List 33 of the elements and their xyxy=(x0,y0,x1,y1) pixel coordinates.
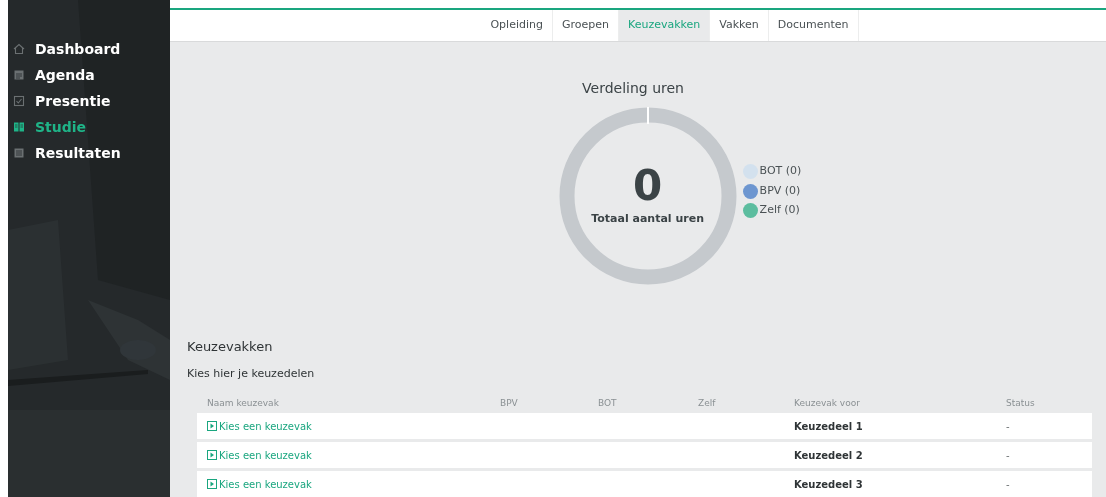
sidebar-item[interactable]: Dashboard xyxy=(35,38,121,60)
table-cell-text: Keuzedeel 2 xyxy=(794,448,864,463)
legend-label: BPV (0) xyxy=(759,182,801,199)
sidebar-item[interactable]: Presentie xyxy=(35,90,111,112)
table-cell-text: Keuzedeel 3 xyxy=(794,477,864,492)
table-cell-text: Keuzedeel 1 xyxy=(794,419,864,434)
play-icon xyxy=(207,421,217,431)
sidebar-item[interactable]: Agenda xyxy=(35,64,95,86)
play-icon xyxy=(207,479,217,489)
column-header: Status xyxy=(1006,397,1036,411)
total-value: 0 xyxy=(632,164,663,207)
list-icon xyxy=(13,147,25,159)
column-header: Naam keuzevak xyxy=(207,397,280,411)
column-header: BOT xyxy=(598,397,618,411)
legend-label: Zelf (0) xyxy=(759,202,800,219)
total-label: Totaal aantal uren xyxy=(591,210,704,227)
sidebar-item[interactable]: Resultaten xyxy=(35,142,121,164)
checkbox-icon xyxy=(13,95,25,107)
chart-title: Verdeling uren xyxy=(582,79,685,98)
table-cell-text: - xyxy=(1006,477,1011,492)
calendar-icon xyxy=(13,69,25,81)
column-header: Zelf xyxy=(698,397,717,411)
section-title: Keuzevakken xyxy=(187,338,274,356)
sidebar-item[interactable]: Studie xyxy=(35,116,87,138)
column-header: BPV xyxy=(500,397,519,411)
home-icon xyxy=(13,43,25,55)
play-icon xyxy=(207,450,217,460)
section-subtitle: Kies hier je keuzedelen xyxy=(187,365,316,382)
table-cell-text: - xyxy=(1006,419,1011,434)
column-header: Keuzevak voor xyxy=(794,397,861,411)
table-cell-text: - xyxy=(1006,448,1011,463)
book-icon xyxy=(13,121,25,133)
legend-label: BOT (0) xyxy=(759,163,802,180)
